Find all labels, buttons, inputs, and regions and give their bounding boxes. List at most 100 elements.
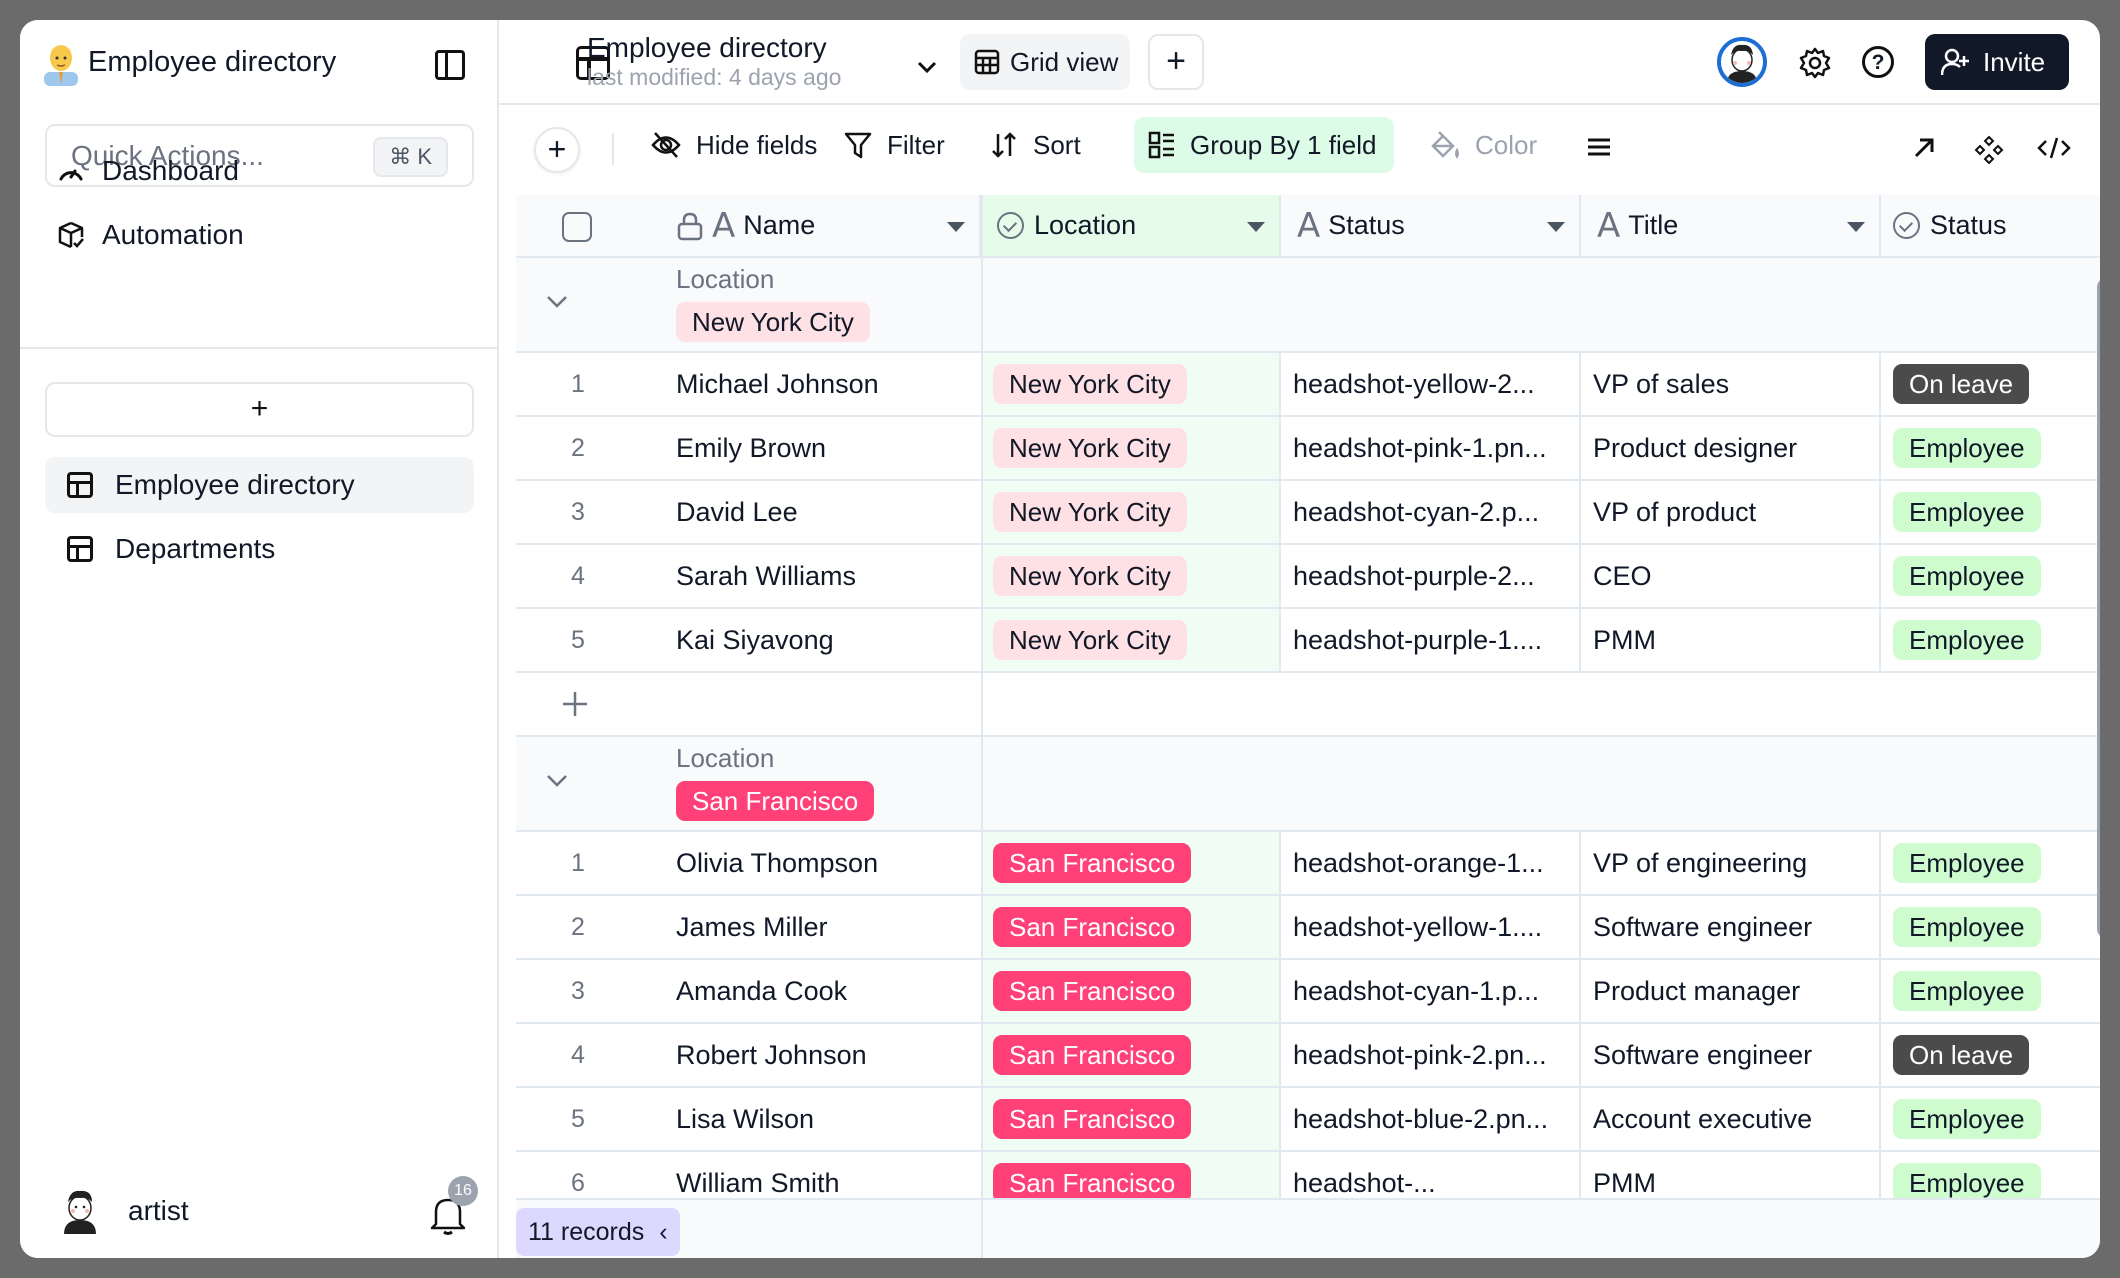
- cell-location[interactable]: New York City: [981, 545, 1281, 607]
- group-header-row[interactable]: Location San Francisco: [516, 737, 2100, 832]
- cell-name[interactable]: Kai Siyavong: [640, 609, 981, 671]
- cell-name[interactable]: Lisa Wilson: [640, 1088, 981, 1150]
- table-row[interactable]: 1 Michael Johnson New York City headshot-ye…: [516, 353, 2100, 417]
- cell-status[interactable]: Employee: [1881, 960, 2100, 1022]
- column-menu-caret-icon[interactable]: [1247, 222, 1265, 232]
- cell-location[interactable]: San Francisco: [981, 1088, 1281, 1150]
- embed-code-icon[interactable]: [2037, 135, 2071, 161]
- cell-file[interactable]: headshot-purple-1....: [1281, 609, 1581, 671]
- sidebar-item-dashboard[interactable]: Dashboard: [58, 155, 239, 187]
- table-row[interactable]: 4 Sarah Williams New York City headshot-pur…: [516, 545, 2100, 609]
- table-row[interactable]: 3 Amanda Cook San Francisco headshot-cyan-1…: [516, 960, 2100, 1024]
- sidebar-table-departments[interactable]: Departments: [45, 521, 474, 577]
- chevron-down-icon[interactable]: [544, 773, 570, 789]
- cell-num[interactable]: 5: [516, 609, 640, 671]
- column-header-title[interactable]: A Title: [1581, 195, 1881, 258]
- vertical-scrollbar[interactable]: [2097, 278, 2100, 938]
- column-menu-caret-icon[interactable]: [1547, 222, 1565, 232]
- components-icon[interactable]: [1974, 135, 2004, 165]
- cell-num[interactable]: 3: [516, 481, 640, 543]
- cell-name[interactable]: Robert Johnson: [640, 1024, 981, 1086]
- cell-num[interactable]: 3: [516, 960, 640, 1022]
- invite-button[interactable]: Invite: [1925, 34, 2069, 90]
- cell-location[interactable]: New York City: [981, 609, 1281, 671]
- cell-file[interactable]: headshot-pink-2.pn...: [1281, 1024, 1581, 1086]
- cell-file[interactable]: headshot-blue-2.pn...: [1281, 1088, 1581, 1150]
- filter-button[interactable]: Filter: [829, 117, 959, 173]
- cell-status[interactable]: Employee: [1881, 896, 2100, 958]
- cell-name[interactable]: Amanda Cook: [640, 960, 981, 1022]
- hide-fields-button[interactable]: Hide fields: [636, 117, 831, 173]
- grid-view-button[interactable]: Grid view: [960, 34, 1130, 90]
- cell-num[interactable]: 1: [516, 832, 640, 894]
- table-row[interactable]: 5 Lisa Wilson San Francisco headshot-blue-2…: [516, 1088, 2100, 1152]
- column-menu-caret-icon[interactable]: [1847, 222, 1865, 232]
- sidebar-item-automation[interactable]: Automation: [58, 219, 244, 251]
- cell-title[interactable]: Product manager: [1581, 960, 1881, 1022]
- help-icon[interactable]: ?: [1862, 46, 1894, 78]
- cell-num[interactable]: 1: [516, 353, 640, 415]
- column-header-status[interactable]: A Status: [1281, 195, 1581, 258]
- cell-title[interactable]: Product designer: [1581, 417, 1881, 479]
- select-all-checkbox[interactable]: [562, 212, 592, 242]
- cell-num[interactable]: 2: [516, 896, 640, 958]
- table-row[interactable]: 5 Kai Siyavong New York City headshot-purpl…: [516, 609, 2100, 673]
- settings-gear-icon[interactable]: [1798, 46, 1832, 80]
- collaborator-avatar[interactable]: [1717, 37, 1767, 87]
- cell-location[interactable]: San Francisco: [981, 832, 1281, 894]
- expand-arrow-icon[interactable]: [1911, 135, 1937, 161]
- table-title[interactable]: Employee directory: [587, 32, 827, 64]
- cell-title[interactable]: VP of engineering: [1581, 832, 1881, 894]
- add-record-button[interactable]: +: [534, 127, 580, 173]
- column-menu-caret-icon[interactable]: [947, 222, 965, 232]
- cell-location[interactable]: New York City: [981, 481, 1281, 543]
- cell-status[interactable]: Employee: [1881, 832, 2100, 894]
- table-row[interactable]: 4 Robert Johnson San Francisco headshot-pin…: [516, 1024, 2100, 1088]
- cell-title[interactable]: VP of sales: [1581, 353, 1881, 415]
- color-button[interactable]: Color: [1415, 117, 1551, 173]
- chevron-down-icon[interactable]: [915, 60, 939, 76]
- cell-name[interactable]: James Miller: [640, 896, 981, 958]
- sidebar-table-employee-directory[interactable]: Employee directory: [45, 457, 474, 513]
- group-header-row[interactable]: Location New York City: [516, 258, 2100, 353]
- cell-name[interactable]: David Lee: [640, 481, 981, 543]
- column-header-status-select[interactable]: Status: [1881, 195, 2100, 258]
- add-view-button[interactable]: +: [1148, 34, 1204, 90]
- cell-name[interactable]: Olivia Thompson: [640, 832, 981, 894]
- cell-location[interactable]: San Francisco: [981, 896, 1281, 958]
- cell-location[interactable]: San Francisco: [981, 960, 1281, 1022]
- table-row[interactable]: 3 David Lee New York City headshot-cyan-2.p…: [516, 481, 2100, 545]
- cell-name[interactable]: Sarah Williams: [640, 545, 981, 607]
- cell-num[interactable]: 2: [516, 417, 640, 479]
- cell-file[interactable]: headshot-pink-1.pn...: [1281, 417, 1581, 479]
- cell-title[interactable]: Software engineer: [1581, 1024, 1881, 1086]
- cell-location[interactable]: New York City: [981, 417, 1281, 479]
- group-by-button[interactable]: Group By 1 field: [1134, 117, 1394, 173]
- cell-location[interactable]: New York City: [981, 353, 1281, 415]
- collapse-chevron-icon[interactable]: ‹: [659, 1218, 667, 1246]
- cell-file[interactable]: headshot-yellow-2...: [1281, 353, 1581, 415]
- cell-status[interactable]: Employee: [1881, 417, 2100, 479]
- table-row[interactable]: 2 James Miller San Francisco headshot-yello…: [516, 896, 2100, 960]
- cell-status[interactable]: Employee: [1881, 609, 2100, 671]
- records-count-badge[interactable]: 11 records ‹: [516, 1208, 680, 1256]
- cell-title[interactable]: Software engineer: [1581, 896, 1881, 958]
- cell-status[interactable]: Employee: [1881, 545, 2100, 607]
- cell-name[interactable]: Michael Johnson: [640, 353, 981, 415]
- chevron-down-icon[interactable]: [544, 294, 570, 310]
- cell-title[interactable]: VP of product: [1581, 481, 1881, 543]
- cell-status[interactable]: Employee: [1881, 1088, 2100, 1150]
- user-profile[interactable]: artist: [60, 1188, 189, 1234]
- sort-button[interactable]: Sort: [975, 117, 1095, 173]
- cell-file[interactable]: headshot-yellow-1....: [1281, 896, 1581, 958]
- table-row[interactable]: 2 Emily Brown New York City headshot-pink-1…: [516, 417, 2100, 481]
- add-table-button[interactable]: +: [45, 382, 474, 437]
- cell-status[interactable]: Employee: [1881, 481, 2100, 543]
- cell-title[interactable]: Account executive: [1581, 1088, 1881, 1150]
- cell-file[interactable]: headshot-cyan-1.p...: [1281, 960, 1581, 1022]
- plus-icon[interactable]: [560, 689, 590, 719]
- column-header-location[interactable]: Location: [981, 195, 1281, 258]
- cell-file[interactable]: headshot-purple-2...: [1281, 545, 1581, 607]
- cell-file[interactable]: headshot-cyan-2.p...: [1281, 481, 1581, 543]
- sidebar-toggle-icon[interactable]: [435, 50, 465, 80]
